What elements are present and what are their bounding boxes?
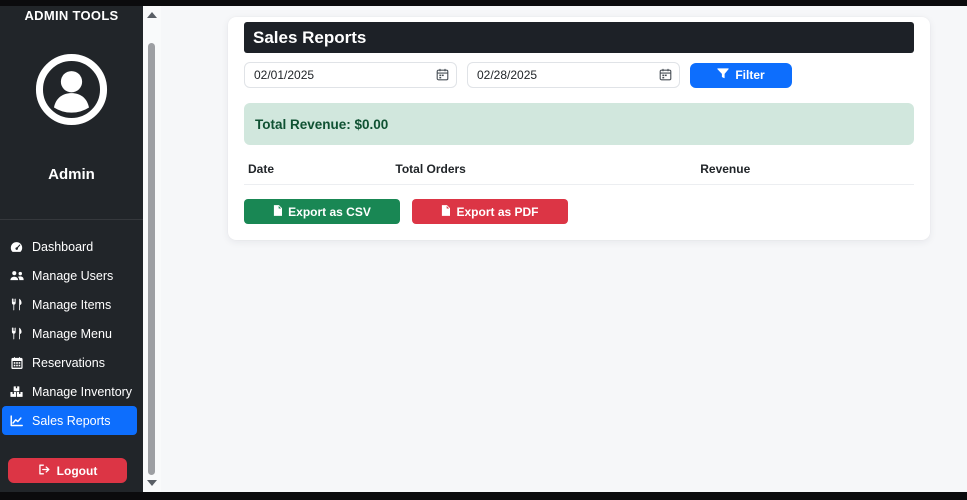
end-date-input[interactable] xyxy=(467,62,680,88)
sales-reports-card: Sales Reports 02/01/2025 02/28/2025 Filt… xyxy=(228,17,930,240)
total-revenue-banner: Total Revenue: $0.00 xyxy=(244,103,914,145)
users-icon xyxy=(9,270,24,281)
end-date-field xyxy=(467,62,680,88)
main-content: Sales Reports 02/01/2025 02/28/2025 Filt… xyxy=(161,6,967,492)
sidebar: ADMIN TOOLS Admin Dashboard Manage Users… xyxy=(0,6,143,492)
sidebar-item-manage-inventory[interactable]: Manage Inventory xyxy=(2,377,137,406)
calendar-icon[interactable] xyxy=(659,68,672,86)
sidebar-item-manage-users[interactable]: Manage Users xyxy=(2,261,137,290)
sidebar-nav: Dashboard Manage Users Manage Items Mana… xyxy=(0,219,143,435)
sidebar-scrollbar[interactable] xyxy=(143,6,161,492)
scrollbar-thumb[interactable] xyxy=(148,43,155,475)
column-header-date: Date xyxy=(244,153,392,185)
sidebar-item-reservations[interactable]: Reservations xyxy=(2,348,137,377)
export-pdf-button[interactable]: Export as PDF xyxy=(412,199,568,224)
export-csv-button[interactable]: Export as CSV xyxy=(244,199,400,224)
calendar-icon[interactable] xyxy=(436,68,449,86)
sales-report-table: Date Total Orders Revenue xyxy=(244,153,914,185)
user-name: Admin xyxy=(48,166,95,183)
table-header-row: Date Total Orders Revenue xyxy=(244,153,914,185)
logout-button-label: Logout xyxy=(56,463,98,478)
scroll-down-arrow-icon[interactable] xyxy=(147,480,157,486)
sidebar-item-label: Sales Reports xyxy=(32,413,111,428)
column-header-revenue: Revenue xyxy=(696,153,914,185)
sidebar-item-label: Dashboard xyxy=(32,239,94,254)
export-csv-label: Export as CSV xyxy=(288,204,371,219)
sidebar-item-label: Manage Items xyxy=(32,297,112,312)
start-date-input[interactable] xyxy=(244,62,457,88)
column-header-total-orders: Total Orders xyxy=(391,153,697,185)
file-pdf-icon xyxy=(441,204,451,219)
utensils-icon xyxy=(9,327,24,340)
sidebar-item-manage-menu[interactable]: Manage Menu xyxy=(2,319,137,348)
user-circle-icon xyxy=(34,52,109,132)
sidebar-item-label: Manage Menu xyxy=(32,326,112,341)
window-top-border xyxy=(0,0,967,6)
window-bottom-border xyxy=(0,492,967,500)
scroll-up-arrow-icon[interactable] xyxy=(147,12,157,18)
tachometer-icon xyxy=(9,241,24,253)
file-csv-icon xyxy=(273,204,283,219)
export-row: Export as CSV Export as PDF xyxy=(244,199,914,224)
sidebar-title: ADMIN TOOLS xyxy=(24,8,119,23)
sign-out-icon xyxy=(38,464,51,478)
sidebar-item-manage-items[interactable]: Manage Items xyxy=(2,290,137,319)
export-pdf-label: Export as PDF xyxy=(456,204,539,219)
sidebar-item-label: Reservations xyxy=(32,355,105,370)
utensils-icon xyxy=(9,298,24,311)
filter-button-label: Filter xyxy=(735,68,765,82)
funnel-icon xyxy=(717,68,730,82)
sidebar-item-sales-reports[interactable]: Sales Reports xyxy=(2,406,137,435)
sidebar-item-label: Manage Inventory xyxy=(32,384,133,399)
logout-button[interactable]: Logout xyxy=(8,458,127,483)
filter-row: Filter xyxy=(244,62,914,88)
filter-button[interactable]: Filter xyxy=(690,62,792,88)
calendar-icon xyxy=(9,356,24,369)
chart-line-icon xyxy=(9,414,24,427)
boxes-icon xyxy=(9,385,24,398)
sidebar-item-label: Manage Users xyxy=(32,268,114,283)
card-title: Sales Reports xyxy=(244,22,914,53)
total-revenue-text: Total Revenue: $0.00 xyxy=(255,116,389,132)
start-date-field xyxy=(244,62,457,88)
sidebar-item-dashboard[interactable]: Dashboard xyxy=(2,232,137,261)
